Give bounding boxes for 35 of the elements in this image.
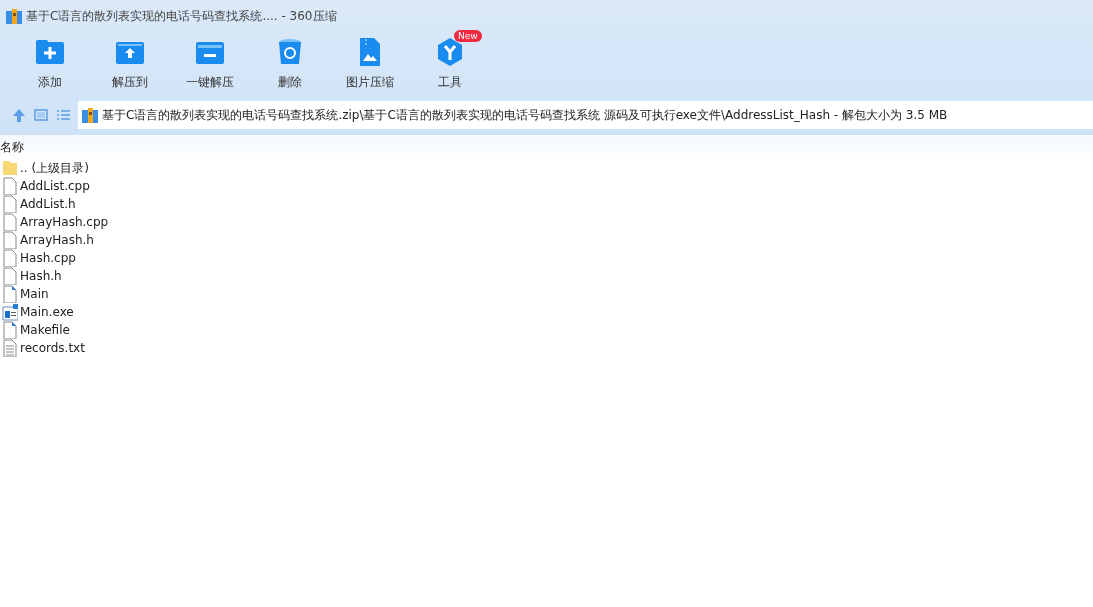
- file-icon: [2, 231, 18, 249]
- folder-icon: [2, 159, 18, 177]
- file-icon: [2, 303, 18, 321]
- toolbar-button[interactable]: 图片压缩: [330, 32, 410, 95]
- file-row[interactable]: AddList.cpp: [0, 177, 1093, 195]
- file-row[interactable]: AddList.h: [0, 195, 1093, 213]
- file-icon: [2, 177, 18, 195]
- file-icon: [2, 213, 18, 231]
- toolbar-button[interactable]: 删除: [250, 32, 330, 95]
- archive-icon: [6, 8, 22, 24]
- file-icon: [2, 249, 18, 267]
- file-row[interactable]: Hash.cpp: [0, 249, 1093, 267]
- address-field[interactable]: 基于C语言的散列表实现的电话号码查找系统.zip\基于C语言的散列表实现的电话号码查找系统 源码及可执行exe文件\AddressList_Hash - 解包大小为 3.5 MB: [78, 101, 1093, 129]
- file-row[interactable]: ArrayHash.cpp: [0, 213, 1093, 231]
- archive-icon: [82, 107, 98, 123]
- file-row[interactable]: Main: [0, 285, 1093, 303]
- file-row[interactable]: .. (上级目录): [0, 159, 1093, 177]
- file-icon: [2, 267, 18, 285]
- new-badge: New: [454, 30, 482, 42]
- file-icon: [2, 321, 18, 339]
- file-icon: [2, 339, 18, 357]
- toolbar-button[interactable]: 添加: [10, 32, 90, 95]
- file-row[interactable]: Hash.h: [0, 267, 1093, 285]
- file-row[interactable]: ArrayHash.h: [0, 231, 1093, 249]
- file-row[interactable]: Makefile: [0, 321, 1093, 339]
- file-icon: [2, 285, 18, 303]
- toolbar-button[interactable]: 解压到: [90, 32, 170, 95]
- file-row[interactable]: Main.exe: [0, 303, 1093, 321]
- file-icon: [2, 195, 18, 213]
- toolbar-button[interactable]: 一键解压: [170, 32, 250, 95]
- window-title: 基于C语言的散列表实现的电话号码查找系统.... - 360压缩: [26, 7, 337, 25]
- toolbar-button[interactable]: New 工具: [410, 32, 490, 95]
- column-header[interactable]: 名称: [0, 140, 24, 154]
- file-row[interactable]: records.txt: [0, 339, 1093, 357]
- view-icon: [32, 106, 50, 124]
